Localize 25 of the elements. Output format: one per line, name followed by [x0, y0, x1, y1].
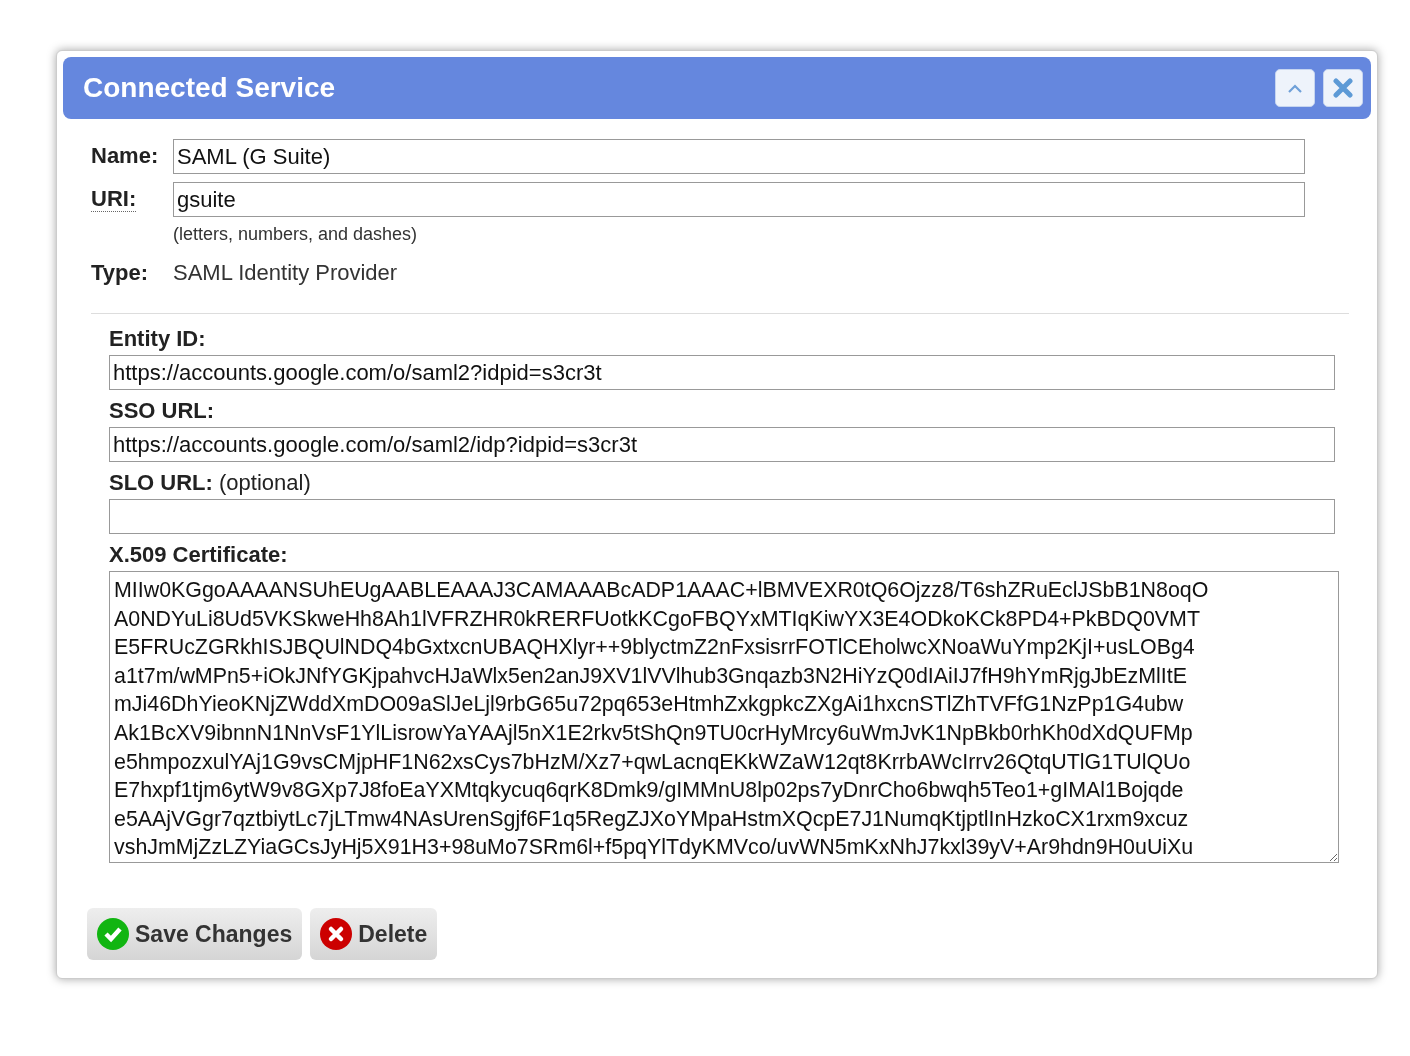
text-field[interactable]: https://accounts.google.com/o/saml2/idp?idpid=s3cr3t: [109, 427, 1335, 462]
text-field[interactable]: SAML (G Suite): [173, 139, 1305, 174]
field-label: URI:: [91, 186, 137, 212]
field-label: Type:: [91, 259, 150, 287]
chevron-up-icon: [1288, 83, 1302, 93]
delete-button[interactable]: Delete: [310, 908, 438, 960]
close-button[interactable]: [1323, 69, 1363, 107]
text-field[interactable]: gsuite: [173, 182, 1305, 217]
text-field[interactable]: https://accounts.google.com/o/saml2?idpid=s3cr3t: [109, 355, 1335, 390]
optional-note: (optional): [219, 470, 311, 495]
dialog-title: Connected Service: [83, 71, 336, 105]
field-label: Name:: [91, 143, 159, 168]
save-button[interactable]: Save Changes: [87, 908, 303, 960]
field-label: SLO URL:: [109, 470, 213, 495]
type-value: SAML Identity Provider: [173, 259, 398, 287]
field-label: SSO URL:: [109, 398, 215, 423]
collapse-button[interactable]: [1275, 69, 1315, 107]
hint-text: (letters, numbers, and dashes): [173, 223, 419, 246]
field-label: Entity ID:: [109, 326, 206, 351]
field-label: X.509 Certificate:: [109, 541, 289, 569]
checkmark-icon: [97, 918, 129, 950]
certificate-field[interactable]: MIIw0KGgoAAAANSUhEUgAABLEAAAJ3CAMAAABcADP1AAAC+lBMVEXR0tQ6Ojzz8/T6shZRuEclJSbB1N8oqO A0NDYuLi8Ud5VKSkweHh8Ah1lVFRZHR0kRERFUotkKCgoFBQYxMTIqKiwYX3E4ODkoKCk8PD4+PkBDQ0VMT E5FRUcZGRkhISJBQUlNDQ4bGxtxcnUBAQHXlyr++9blyctmZ2nFxsisrrFOTlCEholwcXNoaWuYmp2KjI+usLOBg4 a1t7m/wMPn5+iOkJNfYGKjpahvcHJaWlx5en2anJ9XV1lVVlhub3Gnqazb3N2HiYzQ0dIAiIJ7fH9hYmRjgJbEzMlItE mJi46DhYieoKNjZWddXmDO09aSlJeLjl9rbG65u72pq653eHtmhZxkgpkcZXgAi1hxcnSTlZhTVFfG1NzPp1G4ubw Ak1BcXV9ibnnN1NnVsF1YlLisrowYaYAAjl5nX1E2rkv5tShQn9TU0crHyMrcy6uWmJvK1NpBkb0rhKh0dXdQUFMp e5hmpozxulYAj1G9vsCMjpHF1N62xsCys7bHzM/Xz7+qwLacnqEKkWZaW12qt8KrrbAWcIrrv26QtqUTlG1TUlQUo E7hxpf1tjm6ytW9v8GXp7J8foEaYXMtqkycuq6qrK8Dmk9/gIMMnU8lp02ps7yDnrCho6bwqh5Teo1+gIMAl1Bojqde e5AAjVGgr7qztbiytLc7jLTmw4NAsUrenSgjf6F1q5RegZJXoYMpaHstmXQcpE7J1NumqKtjptlInHzkoCX1rxm9xcuz vshJmMjZzLZYiaGCsJyHj5X91H3+98uMo7SRm6l+f5pqYlTdyKMVco/uvWN5mKxNhJ7kxl39yV+Ar9hdn9H0uUiXu: [109, 571, 1339, 863]
text-field[interactable]: [109, 499, 1335, 534]
close-icon: [1333, 78, 1353, 98]
close-icon: [320, 918, 353, 950]
